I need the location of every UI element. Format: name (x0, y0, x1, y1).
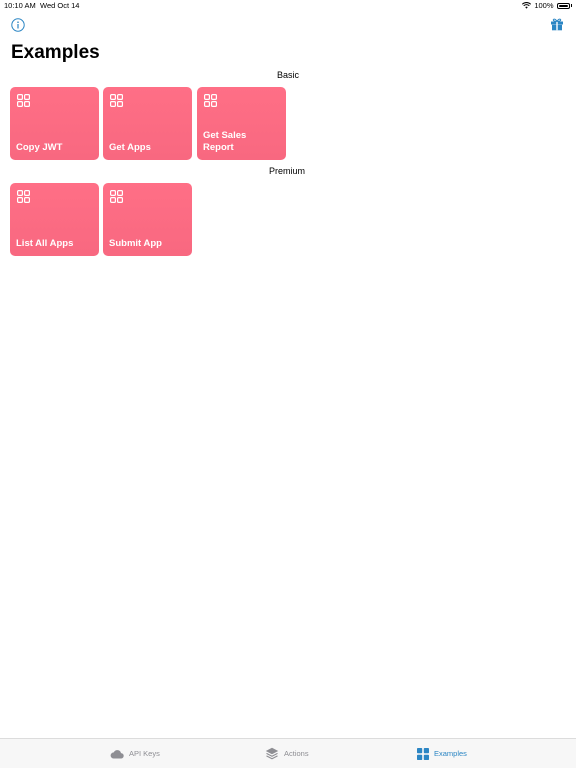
tile-label: Copy JWT (16, 142, 63, 153)
tile-label: List All Apps (16, 238, 74, 249)
tile-copy-jwt[interactable]: Copy JWT (10, 87, 99, 160)
tile-get-apps[interactable]: Get Apps (103, 87, 192, 160)
battery-percent: 100% (534, 1, 554, 10)
shortcut-grid-icon (17, 94, 30, 107)
status-bar: 10:10 AM Wed Oct 14 100% (0, 0, 576, 12)
tab-examples[interactable]: Examples (417, 739, 467, 768)
tile-get-sales-report[interactable]: Get Sales Report (197, 87, 286, 160)
status-time: 10:10 AM (4, 1, 36, 10)
tab-label: Examples (434, 749, 467, 758)
gift-button[interactable] (550, 17, 564, 31)
tile-label: Get Sales Report (203, 130, 247, 153)
shortcut-grid-icon (204, 94, 217, 107)
tile-list-all-apps[interactable]: List All Apps (10, 183, 99, 256)
tab-label: API Keys (129, 749, 160, 758)
page-title: Examples (11, 42, 100, 63)
grid-icon (417, 747, 429, 760)
tab-label: Actions (284, 749, 309, 758)
cloud-icon (110, 749, 124, 758)
status-right: 100% (522, 1, 572, 10)
info-icon (11, 18, 25, 32)
section-title-basic: Basic (277, 70, 300, 80)
battery-tip (570, 4, 572, 7)
info-button[interactable] (11, 18, 25, 32)
tile-label: Submit App (109, 238, 162, 249)
tab-api-keys[interactable]: API Keys (110, 739, 160, 768)
shortcut-grid-icon (110, 190, 123, 203)
tab-actions[interactable]: Actions (265, 739, 309, 768)
shortcut-grid-icon (17, 190, 30, 203)
layers-icon (265, 747, 279, 760)
tile-label: Get Apps (109, 142, 151, 153)
tab-bar: API Keys Actions Examples (0, 738, 576, 768)
tile-submit-app[interactable]: Submit App (103, 183, 192, 256)
shortcut-grid-icon (110, 94, 123, 107)
status-date: Wed Oct 14 (40, 1, 80, 10)
gift-icon (551, 18, 563, 31)
battery-icon (556, 2, 570, 9)
wifi-icon (522, 2, 532, 9)
section-title-premium: Premium (269, 166, 306, 176)
